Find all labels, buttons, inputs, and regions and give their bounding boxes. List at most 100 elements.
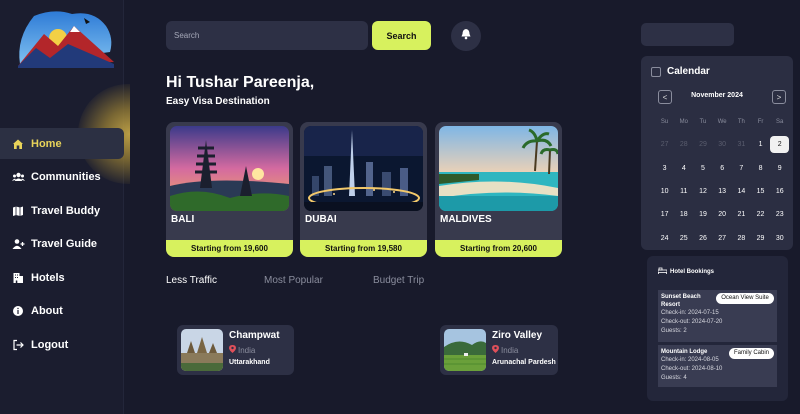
weekday-label: Th <box>737 118 745 125</box>
chevron-right-icon: > <box>776 92 782 102</box>
calendar-day[interactable]: 22 <box>751 211 770 218</box>
calendar-day[interactable]: 30 <box>713 141 732 148</box>
users-icon <box>11 170 25 184</box>
calendar-day[interactable]: 13 <box>713 188 732 195</box>
dubai-image <box>304 126 423 211</box>
calendar-day[interactable]: 14 <box>732 188 751 195</box>
calendar-day[interactable]: 26 <box>693 235 712 242</box>
sidebar-item-communities[interactable]: Communities <box>0 162 124 193</box>
booking-check-out: Check-out: 2024-08-10 <box>661 366 723 372</box>
calendar-week-row: 24 25 26 27 28 29 30 <box>655 226 791 249</box>
destination-card-dubai[interactable]: DUBAI Starting from 19,580 <box>300 122 427 257</box>
sidebar-item-travel-buddy[interactable]: Travel Buddy <box>0 195 124 226</box>
search-button[interactable]: Search <box>372 21 431 50</box>
calendar-day[interactable]: 31 <box>732 141 751 148</box>
sidebar-item-logout[interactable]: Logout <box>0 330 124 361</box>
calendar-day[interactable]: 9 <box>770 165 789 172</box>
calendar-day[interactable]: 27 <box>713 235 732 242</box>
chevron-left-icon: < <box>662 92 668 102</box>
calendar-day[interactable]: 4 <box>674 165 693 172</box>
booking-room-badge: Family Cabin <box>728 348 774 359</box>
notification-button[interactable] <box>451 21 481 51</box>
calendar-grid: Su Mo Tu We Th Fr Sa 27 28 29 30 31 1 2 3 4 5 6 7 8 9… <box>655 110 791 250</box>
calendar-day[interactable]: 27 <box>655 141 674 148</box>
sidebar-item-hotels[interactable]: Hotels <box>0 262 124 293</box>
app-logo[interactable] <box>14 8 118 70</box>
calendar-day[interactable]: 20 <box>713 211 732 218</box>
destination-price: Starting from 20,600 <box>435 240 562 257</box>
sidebar-item-travel-guide[interactable]: Travel Guide <box>0 229 124 260</box>
calendar-day[interactable]: 28 <box>674 141 693 148</box>
calendar-day[interactable]: 28 <box>732 235 751 242</box>
calendar-day[interactable]: 2 <box>770 136 790 154</box>
search-input[interactable] <box>166 21 368 50</box>
booking-item[interactable]: Sunset Beach Resort Ocean View Suite Che… <box>658 290 777 342</box>
calendar-day[interactable]: 8 <box>751 165 770 172</box>
calendar-day[interactable]: 11 <box>674 188 693 195</box>
booking-room-badge: Ocean View Suite <box>716 293 774 304</box>
calendar-day[interactable]: 10 <box>655 188 674 195</box>
sidebar-nav: Home Communities Travel Buddy Travel Gui… <box>0 128 124 363</box>
sidebar-item-label: Logout <box>31 339 69 352</box>
calendar-day[interactable]: 29 <box>751 235 770 242</box>
sidebar-item-label: About <box>31 305 63 318</box>
booking-guests: Guests: 2 <box>661 328 687 334</box>
destination-card-bali[interactable]: BALI Starting from 19,600 <box>166 122 293 257</box>
place-name: Champwat <box>229 330 280 341</box>
place-state: Arunachal Pardesh <box>492 359 556 366</box>
calendar-day[interactable]: 15 <box>751 188 770 195</box>
destination-price: Starting from 19,580 <box>300 240 427 257</box>
calendar-week-row: 10 11 12 13 14 15 16 <box>655 180 791 203</box>
sidebar-item-about[interactable]: About <box>0 296 124 327</box>
sidebar-item-home[interactable]: Home <box>0 128 124 159</box>
calendar-day[interactable]: 19 <box>693 211 712 218</box>
calendar-day[interactable]: 17 <box>655 211 674 218</box>
weekday-label: We <box>717 118 727 125</box>
location-pin-icon <box>492 345 499 355</box>
calendar-day[interactable]: 5 <box>693 165 712 172</box>
calendar-day[interactable]: 3 <box>655 165 674 172</box>
calendar-day[interactable]: 21 <box>732 211 751 218</box>
calendar-prev-button[interactable]: < <box>658 90 672 104</box>
logout-icon <box>11 338 25 352</box>
calendar-day[interactable]: 25 <box>674 235 693 242</box>
place-country: India <box>229 345 255 355</box>
sidebar-item-label: Home <box>31 137 62 150</box>
calendar-week-row: 3456789 <box>655 157 791 180</box>
greeting-title: Hi Tushar Pareenja, <box>166 74 315 91</box>
calendar-day[interactable]: 12 <box>693 188 712 195</box>
destination-name: MALDIVES <box>440 214 492 225</box>
calendar-day[interactable]: 7 <box>732 165 751 172</box>
booking-hotel-name: Sunset Beach Resort <box>661 294 701 308</box>
calendar-header: Calendar <box>651 66 710 77</box>
tab-budget-trip[interactable]: Budget Trip <box>373 275 424 286</box>
profile-placeholder[interactable] <box>641 23 734 46</box>
calendar-day[interactable]: 23 <box>770 211 789 218</box>
booking-check-in: Check-in: 2024-07-15 <box>661 310 719 316</box>
calendar-day[interactable]: 29 <box>693 141 712 148</box>
destination-name: DUBAI <box>305 214 337 225</box>
map-icon <box>11 204 25 218</box>
calendar-widget: Calendar November 2024 < > Su Mo Tu We T… <box>641 56 793 250</box>
location-pin-icon <box>229 345 236 355</box>
maldives-image <box>439 126 558 211</box>
destination-card-maldives[interactable]: MALDIVES Starting from 20,600 <box>435 122 562 257</box>
calendar-title: Calendar <box>667 66 710 77</box>
calendar-day[interactable]: 18 <box>674 211 693 218</box>
weekday-label: Sa <box>776 118 784 125</box>
destination-price: Starting from 19,600 <box>166 240 293 257</box>
calendar-day[interactable]: 24 <box>655 235 674 242</box>
place-country: India <box>492 345 518 355</box>
calendar-day[interactable]: 1 <box>751 141 770 148</box>
calendar-day[interactable]: 16 <box>770 188 789 195</box>
tab-less-traffic[interactable]: Less Traffic <box>166 275 217 286</box>
ziro-valley-image <box>444 329 486 371</box>
place-card-ziro-valley[interactable]: Ziro Valley India Arunachal Pardesh <box>440 325 558 375</box>
booking-item[interactable]: Mountain Lodge Family Cabin Check-in: 20… <box>658 345 777 387</box>
calendar-week-row: 27 28 29 30 31 1 2 <box>655 133 791 156</box>
calendar-next-button[interactable]: > <box>772 90 786 104</box>
place-card-champwat[interactable]: Champwat India Uttarakhand <box>177 325 294 375</box>
calendar-day[interactable]: 6 <box>713 165 732 172</box>
calendar-day[interactable]: 30 <box>770 235 789 242</box>
tab-most-popular[interactable]: Most Popular <box>264 275 323 286</box>
